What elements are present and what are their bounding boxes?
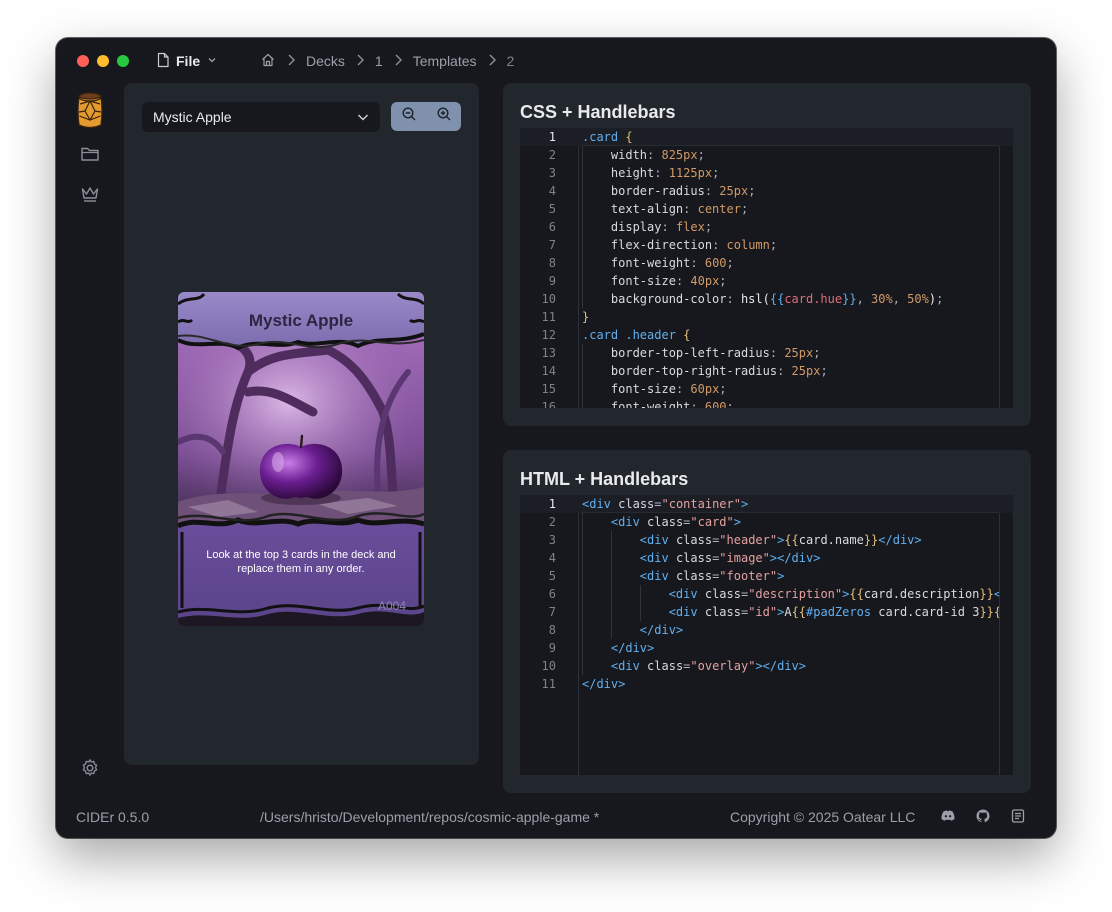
app-logo-icon[interactable] bbox=[76, 92, 104, 130]
chevron-down-icon bbox=[356, 110, 370, 127]
folder-icon[interactable] bbox=[78, 142, 102, 166]
home-icon[interactable] bbox=[260, 52, 276, 71]
code-line[interactable]: 6 <div class="description">{{card.descri… bbox=[520, 585, 1013, 603]
project-path: /Users/hristo/Development/repos/cosmic-a… bbox=[260, 809, 600, 825]
discord-icon[interactable] bbox=[939, 807, 957, 825]
card-select-value: Mystic Apple bbox=[153, 109, 232, 125]
code-line[interactable]: 4 <div class="image"></div> bbox=[520, 549, 1013, 567]
code-line[interactable]: 2 <div class="card"> bbox=[520, 513, 1013, 531]
card-select-dropdown[interactable]: Mystic Apple bbox=[142, 102, 380, 132]
breadcrumb-chevron-icon bbox=[355, 53, 365, 70]
breadcrumb-deck-id[interactable]: 1 bbox=[375, 53, 383, 69]
card-id: A004 bbox=[377, 599, 406, 613]
code-line[interactable]: 5 text-align: center; bbox=[520, 200, 1013, 218]
settings-gear-icon[interactable] bbox=[78, 756, 102, 780]
card-description: Look at the top 3 cards in the deck and … bbox=[206, 549, 396, 575]
app-version: CIDEr 0.5.0 bbox=[76, 809, 150, 825]
code-line[interactable]: 11 </div> bbox=[520, 675, 1013, 693]
breadcrumb-templates[interactable]: Templates bbox=[413, 53, 477, 69]
minimize-window-button[interactable] bbox=[97, 55, 109, 67]
code-line[interactable]: 16 font-weight: 600; bbox=[520, 398, 1013, 408]
code-line[interactable]: 6 display: flex; bbox=[520, 218, 1013, 236]
copyright-text: Copyright © 2025 Oatear LLC bbox=[730, 809, 916, 825]
docs-icon[interactable] bbox=[1009, 807, 1027, 825]
code-line[interactable]: 9 font-size: 40px; bbox=[520, 272, 1013, 290]
close-window-button[interactable] bbox=[77, 55, 89, 67]
breadcrumb-chevron-icon bbox=[487, 53, 497, 70]
zoom-out-icon bbox=[401, 106, 417, 127]
html-editor-title: HTML + Handlebars bbox=[520, 469, 689, 489]
breadcrumb-decks[interactable]: Decks bbox=[306, 53, 345, 69]
card-preview-panel: Mystic Apple Mystic Apple Look at the to… bbox=[124, 83, 479, 765]
breadcrumb-chevron-icon bbox=[393, 53, 403, 70]
breadcrumb-template-id: 2 bbox=[506, 53, 515, 69]
zoom-controls bbox=[391, 102, 461, 131]
code-line[interactable]: 15 font-size: 60px; bbox=[520, 380, 1013, 398]
code-line[interactable]: 7 flex-direction: column; bbox=[520, 236, 1013, 254]
html-code-editor[interactable]: 1 <div class="container"> 2 <div class="c… bbox=[520, 495, 1013, 775]
file-menu[interactable]: File bbox=[156, 51, 218, 71]
code-line[interactable]: 1 <div class="container"> bbox=[520, 495, 1013, 513]
code-line[interactable]: 3 <div class="header">{{card.name}}</div… bbox=[520, 531, 1013, 549]
breadcrumb-chevron-icon bbox=[286, 53, 296, 70]
crown-icon[interactable] bbox=[78, 182, 102, 206]
css-code-editor[interactable]: 1 .card { 2 width: 825px; 3 height: 1125p… bbox=[520, 128, 1013, 408]
card-title: Mystic Apple bbox=[248, 311, 354, 330]
app-window: File Decks 1 Templates 2 Mystic Apple My… bbox=[56, 38, 1056, 838]
breadcrumb: Decks 1 Templates 2 bbox=[260, 51, 514, 71]
code-line[interactable]: 8 font-weight: 600; bbox=[520, 254, 1013, 272]
code-line[interactable]: 12 .card .header { bbox=[520, 326, 1013, 344]
file-icon bbox=[156, 52, 170, 71]
code-line[interactable]: 2 width: 825px; bbox=[520, 146, 1013, 164]
code-line[interactable]: 10 background-color: hsl({{card.hue}}, 3… bbox=[520, 290, 1013, 308]
code-line[interactable]: 14 border-top-right-radius: 25px; bbox=[520, 362, 1013, 380]
zoom-in-button[interactable] bbox=[426, 102, 461, 131]
status-bar: CIDEr 0.5.0 /Users/hristo/Development/re… bbox=[56, 792, 1056, 838]
title-bar: File Decks 1 Templates 2 bbox=[56, 38, 1056, 84]
card-preview: Mystic Apple Look at the top 3 cards in … bbox=[178, 292, 424, 626]
zoom-out-button[interactable] bbox=[391, 102, 426, 131]
sidebar bbox=[56, 84, 124, 792]
zoom-in-icon bbox=[436, 106, 452, 127]
code-line[interactable]: 5 <div class="footer"> bbox=[520, 567, 1013, 585]
css-editor-title: CSS + Handlebars bbox=[520, 102, 676, 122]
file-menu-label: File bbox=[176, 53, 201, 69]
code-line[interactable]: 1 .card { bbox=[520, 128, 1013, 146]
code-line[interactable]: 7 <div class="id">A{{#padZeros card.card… bbox=[520, 603, 1013, 621]
maximize-window-button[interactable] bbox=[117, 55, 129, 67]
code-line[interactable]: 4 border-radius: 25px; bbox=[520, 182, 1013, 200]
code-line[interactable]: 10 <div class="overlay"></div> bbox=[520, 657, 1013, 675]
chevron-down-icon bbox=[206, 53, 218, 69]
github-icon[interactable] bbox=[974, 807, 992, 825]
code-line[interactable]: 9 </div> bbox=[520, 639, 1013, 657]
code-line[interactable]: 13 border-top-left-radius: 25px; bbox=[520, 344, 1013, 362]
code-line[interactable]: 11} bbox=[520, 308, 1013, 326]
css-editor-panel: CSS + Handlebars 1 .card { 2 width: 825px… bbox=[503, 83, 1031, 426]
code-line[interactable]: 8 </div> bbox=[520, 621, 1013, 639]
html-editor-panel: HTML + Handlebars 1 <div class="container… bbox=[503, 450, 1031, 793]
code-line[interactable]: 3 height: 1125px; bbox=[520, 164, 1013, 182]
